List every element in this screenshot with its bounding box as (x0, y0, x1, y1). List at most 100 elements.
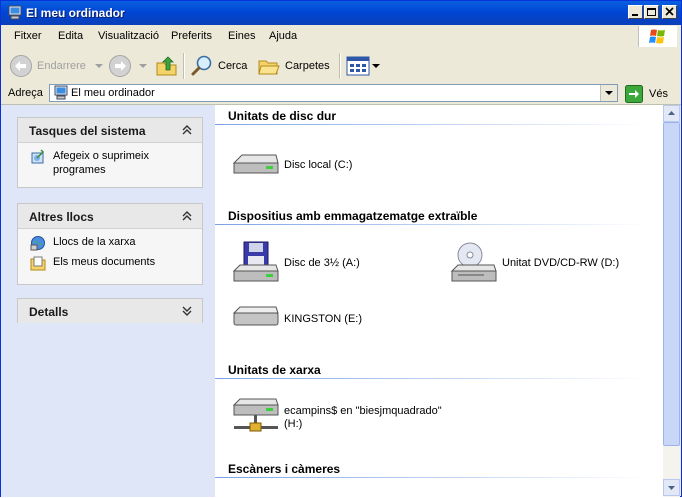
drive-item-e[interactable]: KINGSTON (E:) (230, 301, 362, 345)
group-divider (215, 378, 651, 379)
add-remove-programs-icon (31, 149, 45, 164)
panel-title: Tasques del sistema (29, 124, 146, 138)
panel-header[interactable]: Tasques del sistema (18, 118, 202, 143)
drive-item-c[interactable]: Disc local (C:) (230, 145, 352, 189)
removable-drive-icon (232, 306, 279, 326)
scroll-up-button[interactable] (663, 105, 680, 122)
panel-other-places: Altres llocs Llocs de la xarxa Els meus … (17, 203, 203, 285)
address-label: Adreça (8, 87, 43, 99)
views-button[interactable] (346, 53, 380, 79)
menu-tools[interactable]: Eines (228, 30, 256, 42)
up-folder-icon (156, 56, 177, 76)
scroll-down-arrow-icon (668, 486, 675, 490)
menu-favorites[interactable]: Preferits (171, 30, 212, 42)
item-label: ecampins$ en "biesjmquadrado" (H:) (284, 405, 442, 430)
content-pane: Unitats de disc dur Disc local (C:) Disp… (215, 105, 663, 497)
views-icon (346, 56, 370, 76)
network-places-icon (30, 236, 45, 251)
dropdown-arrow-icon (372, 64, 380, 68)
group-header-removable: Dispositius amb emmagatzematge extraïble (228, 209, 478, 223)
panel-details: Detalls (17, 298, 203, 323)
windows-flag-icon (649, 29, 665, 44)
menu-edit[interactable]: Edita (58, 30, 83, 42)
drive-item-a[interactable]: Disc de 3½ (A:) (230, 241, 360, 285)
group-divider (215, 124, 651, 125)
expand-chevron-icon[interactable] (180, 304, 194, 318)
link-add-remove-programs[interactable]: Afegeix o suprimeix programes (18, 149, 202, 179)
address-dropdown-button[interactable] (600, 85, 617, 101)
go-label: Vés (649, 87, 668, 100)
menu-help[interactable]: Ajuda (269, 30, 297, 42)
link-my-documents[interactable]: Els meus documents (18, 255, 202, 275)
network-drive-icon (232, 398, 279, 432)
dvd-drive-icon (450, 242, 497, 282)
item-label: Unitat DVD/CD-RW (D:) (502, 257, 620, 269)
link-label: Els meus documents (53, 256, 156, 268)
search-label: Cerca (218, 60, 248, 72)
collapse-chevron-icon[interactable] (180, 209, 194, 223)
go-button[interactable]: Vés (625, 83, 668, 104)
computer-icon (54, 85, 68, 100)
panel-system-tasks: Tasques del sistema Afegeix o suprimeix … (17, 117, 203, 188)
link-label: Afegeix o suprimeix programes (53, 150, 149, 176)
group-header-network: Unitats de xarxa (228, 363, 321, 377)
drive-item-d[interactable]: Unitat DVD/CD-RW (D:) (448, 241, 619, 285)
address-bar: Adreça El meu ordinador Vés (1, 83, 681, 105)
folders-label: Carpetes (285, 60, 330, 72)
maximize-button[interactable] (644, 5, 659, 19)
floppy-drive-icon (232, 241, 279, 282)
title-bar[interactable]: El meu ordinador (1, 1, 681, 25)
computer-icon (8, 5, 22, 20)
drive-item-h[interactable]: ecampins$ en "biesjmquadrado" (H:) (230, 393, 454, 437)
hard-disk-icon (232, 154, 279, 174)
back-label: Endarrere (37, 60, 86, 72)
group-divider (215, 477, 651, 478)
scrollbar-thumb[interactable] (663, 122, 680, 446)
forward-button[interactable] (108, 53, 148, 79)
item-label: KINGSTON (E:) (284, 313, 363, 325)
windows-logo (638, 26, 677, 47)
panel-title: Altres llocs (29, 210, 94, 224)
panel-header[interactable]: Altres llocs (18, 204, 202, 229)
address-input[interactable]: El meu ordinador (49, 84, 618, 102)
toolbar-separator (183, 53, 185, 79)
back-button[interactable]: Endarrere (9, 53, 104, 79)
scroll-down-button[interactable] (663, 479, 680, 496)
vertical-scrollbar[interactable] (663, 105, 680, 497)
link-label: Llocs de la xarxa (53, 236, 136, 248)
address-value: El meu ordinador (71, 87, 155, 99)
explorer-window: El meu ordinador Fitxer Edita Visualitza… (0, 0, 682, 497)
menu-view[interactable]: Visualització (98, 30, 159, 42)
up-folder-button[interactable] (155, 53, 179, 79)
close-icon (665, 7, 674, 16)
search-icon (191, 55, 212, 76)
folders-button[interactable]: Carpetes (257, 53, 330, 79)
chevron-down-icon (605, 91, 613, 95)
toolbar: Endarrere Cerca Carpetes (1, 47, 681, 84)
search-button[interactable]: Cerca (190, 53, 247, 79)
close-button[interactable] (662, 5, 677, 19)
go-arrow-icon (625, 84, 643, 103)
menu-file[interactable]: Fitxer (14, 30, 42, 42)
my-documents-icon (30, 256, 46, 271)
window-title: El meu ordinador (26, 6, 125, 20)
maximize-icon (647, 8, 656, 16)
group-divider (215, 224, 651, 225)
link-network-places[interactable]: Llocs de la xarxa (18, 235, 202, 255)
item-label: Disc local (C:) (284, 159, 353, 171)
group-header-scanners-cameras: Escàners i càmeres (228, 462, 341, 476)
scroll-up-arrow-icon (668, 111, 675, 115)
task-pane: Tasques del sistema Afegeix o suprimeix … (1, 105, 215, 497)
minimize-icon (632, 14, 638, 16)
menu-bar: Fitxer Edita Visualització Preferits Ein… (1, 25, 681, 48)
panel-header[interactable]: Detalls (18, 299, 202, 323)
folders-icon (258, 60, 280, 75)
minimize-button[interactable] (628, 5, 643, 19)
back-arrow-icon (10, 55, 32, 77)
group-header-hard-disks: Unitats de disc dur (228, 109, 337, 123)
forward-arrow-icon (109, 55, 131, 77)
dropdown-arrow-icon (139, 64, 147, 68)
panel-title: Detalls (29, 305, 69, 319)
collapse-chevron-icon[interactable] (180, 123, 194, 137)
toolbar-separator (339, 53, 341, 79)
